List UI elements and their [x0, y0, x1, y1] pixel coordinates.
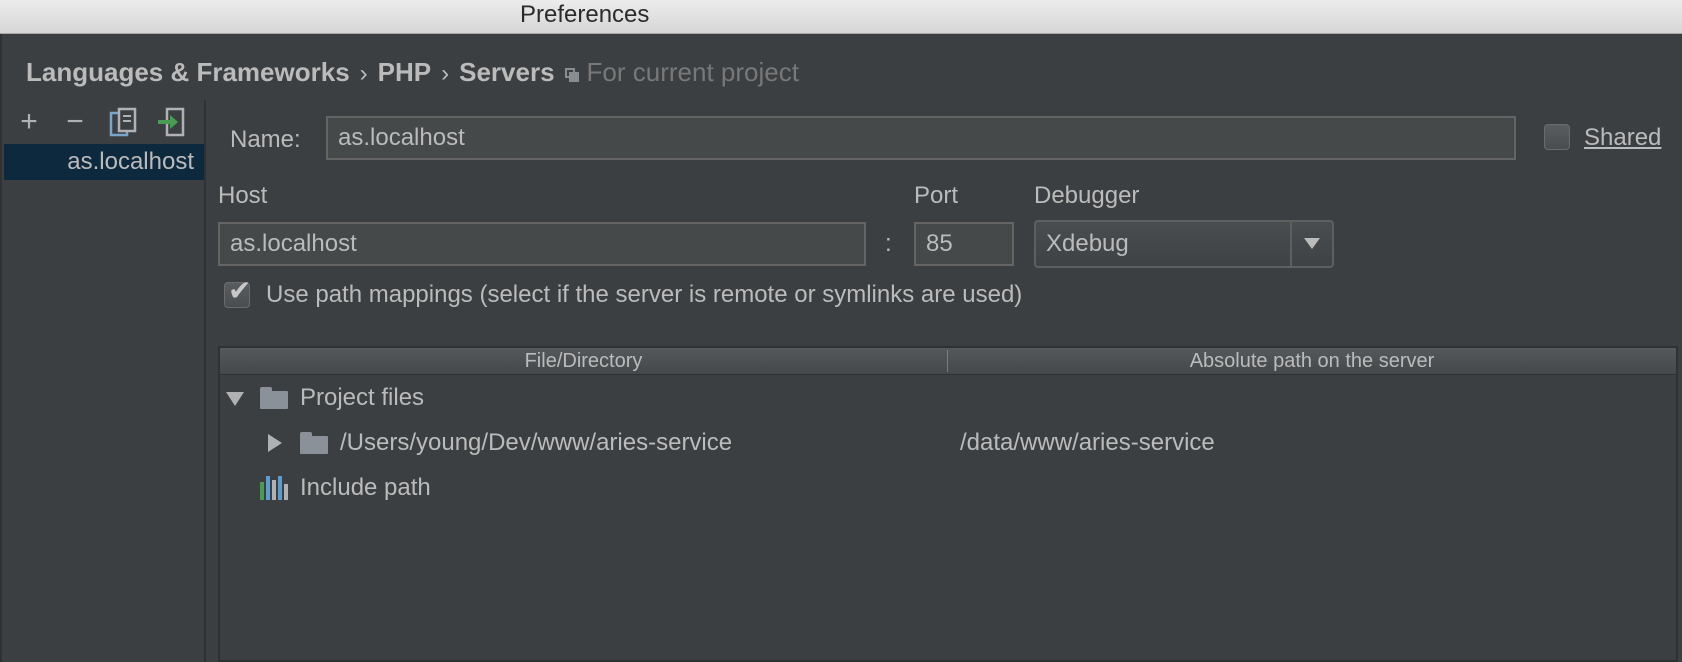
port-field[interactable]: 85 [914, 222, 1014, 266]
add-server-button[interactable]: + [12, 104, 46, 140]
column-header-server-path[interactable]: Absolute path on the server [948, 348, 1676, 374]
host-field[interactable]: as.localhost [218, 222, 866, 266]
breadcrumb: Languages & Frameworks › PHP › Servers For cu… [26, 56, 799, 88]
copy-icon [109, 107, 137, 137]
port-label: Port [914, 182, 959, 209]
breadcrumb-php[interactable]: PHP [378, 57, 431, 87]
shared-checkbox[interactable] [1544, 124, 1570, 150]
copy-server-button[interactable] [106, 104, 140, 140]
server-list-panel: + − as.localhost [4, 100, 206, 662]
column-header-file-directory[interactable]: File/Directory [220, 348, 947, 374]
breadcrumb-servers: Servers [459, 57, 555, 87]
row-label: Project files [300, 384, 425, 411]
expand-triangle-icon[interactable] [268, 434, 282, 452]
debugger-label: Debugger [1034, 182, 1140, 209]
remove-server-button[interactable]: − [58, 104, 92, 140]
table-header: File/Directory Absolute path on the serv… [220, 348, 1676, 375]
server-list: as.localhost [4, 144, 204, 180]
window-title: Preferences [520, 1, 650, 28]
server-path-cell[interactable]: /data/www/aries-service [960, 421, 1215, 465]
shared-label-text: Shared [1584, 124, 1662, 151]
table-row[interactable]: Include path [220, 466, 1676, 510]
breadcrumb-separator: › [359, 60, 368, 87]
row-label: /Users/young/Dev/www/aries-service [340, 429, 733, 456]
breadcrumb-separator: › [441, 60, 450, 87]
title-bar: Preferences [0, 0, 1682, 34]
preferences-window: Languages & Frameworks › PHP › Servers For cu… [0, 34, 1682, 662]
name-label: Name: [230, 126, 301, 153]
debugger-select-value: Xdebug [1046, 230, 1129, 257]
import-server-button[interactable] [154, 104, 188, 140]
collapse-triangle-icon[interactable] [226, 392, 244, 406]
chevron-down-icon [1304, 238, 1320, 249]
breadcrumb-languages-frameworks[interactable]: Languages & Frameworks [26, 57, 350, 87]
plus-icon: + [20, 105, 38, 138]
table-row[interactable]: Project files [220, 376, 1676, 420]
server-list-item[interactable]: as.localhost [4, 144, 204, 180]
import-icon [158, 107, 185, 137]
debugger-select[interactable]: Xdebug [1034, 220, 1334, 268]
minus-icon: − [66, 105, 84, 138]
path-mappings-checkbox[interactable]: ✔ [224, 277, 251, 308]
project-scope-icon [564, 68, 579, 82]
path-mappings-table: File/Directory Absolute path on the serv… [218, 346, 1678, 662]
path-mappings-label: Use path mappings (select if the server … [266, 281, 1023, 308]
table-row[interactable]: /Users/young/Dev/www/aries-service /data… [220, 421, 1676, 465]
host-label: Host [218, 182, 268, 209]
name-field[interactable]: as.localhost [326, 116, 1516, 160]
server-list-item-label: as.localhost [67, 148, 194, 175]
select-divider [1290, 222, 1292, 266]
host-port-separator: : [885, 230, 892, 257]
row-label: Include path [300, 474, 431, 501]
library-icon [260, 476, 288, 500]
shared-label: Shared [1584, 122, 1661, 154]
scope-label: For current project [586, 57, 799, 87]
folder-icon [260, 387, 288, 409]
folder-icon [300, 432, 328, 454]
checkmark-icon: ✔ [228, 275, 252, 306]
